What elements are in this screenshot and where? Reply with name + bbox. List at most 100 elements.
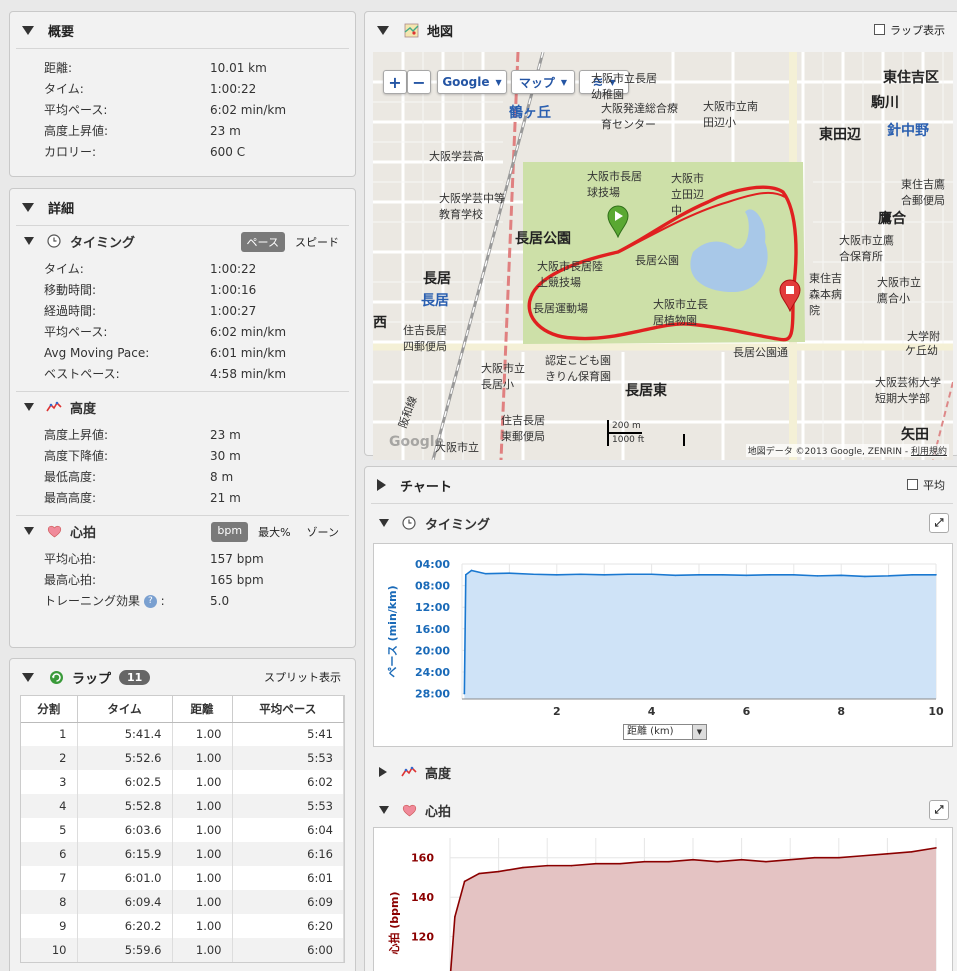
expand-triangle-icon[interactable] bbox=[377, 479, 386, 491]
y-tick-label: 04:00 bbox=[415, 558, 450, 571]
table-row[interactable]: 5 6:03.6 1.00 6:04 bbox=[21, 818, 344, 842]
y-tick-label: 160 bbox=[411, 852, 434, 865]
collapse-triangle-icon[interactable] bbox=[22, 672, 34, 682]
table-cell: 6:01.0 bbox=[77, 866, 173, 890]
elevation-value: 8 m bbox=[210, 470, 234, 484]
laps-col-pace[interactable]: 平均ペース bbox=[232, 696, 344, 723]
collapse-triangle-icon[interactable] bbox=[24, 237, 34, 245]
heart-chart-header[interactable]: 心拍 ⤢ bbox=[365, 793, 957, 827]
timing-value: 4:58 min/km bbox=[210, 367, 287, 381]
training-effect-label-wrap: トレーニング効果 ? : bbox=[44, 594, 165, 608]
timing-chart-header[interactable]: タイミング ⤢ bbox=[365, 504, 957, 542]
laps-col-time[interactable]: タイム bbox=[77, 696, 173, 723]
table-row[interactable]: 4 5:52.8 1.00 5:53 bbox=[21, 794, 344, 818]
data-point bbox=[484, 572, 487, 575]
collapse-triangle-icon[interactable] bbox=[379, 806, 389, 814]
start-marker-icon[interactable] bbox=[606, 204, 630, 239]
table-cell: 5 bbox=[21, 818, 78, 842]
map-label: 大阪市立鷹合保育所 bbox=[839, 234, 894, 263]
map-type-select[interactable]: マップ ▼ bbox=[511, 70, 575, 94]
split-view-link[interactable]: スプリット表示 bbox=[264, 669, 341, 685]
collapse-triangle-icon[interactable] bbox=[379, 519, 389, 527]
table-cell: 6:09 bbox=[232, 890, 344, 914]
zone-toggle[interactable]: ゾーン bbox=[301, 522, 345, 542]
lap-display-option[interactable]: ラップ表示 bbox=[874, 22, 945, 38]
map-label: 大阪市立田辺中 bbox=[671, 172, 704, 217]
collapse-triangle-icon[interactable] bbox=[24, 527, 34, 535]
pace-toggle[interactable]: ペース bbox=[240, 232, 285, 252]
table-cell: 1.00 bbox=[172, 914, 233, 938]
average-checkbox[interactable] bbox=[907, 479, 918, 490]
elevation-value: 23 m bbox=[210, 428, 241, 442]
route-map[interactable]: + − Google ▼ マップ ▼ ≋ ▼ 鶴ヶ丘 大阪市立長居幼稚園 大阪発達総合… bbox=[373, 52, 953, 460]
heart-section-header[interactable]: 心拍 bpm 最大% ゾーン bbox=[10, 516, 355, 546]
table-cell: 1.00 bbox=[172, 794, 233, 818]
table-cell: 6:03.6 bbox=[77, 818, 173, 842]
data-point bbox=[813, 856, 816, 859]
laps-col-split[interactable]: 分割 bbox=[21, 696, 78, 723]
map-label: 東住吉森本病院 bbox=[809, 272, 842, 317]
laps-col-distance[interactable]: 距離 bbox=[172, 696, 233, 723]
collapse-triangle-icon[interactable] bbox=[377, 25, 389, 35]
expand-triangle-icon[interactable] bbox=[379, 767, 387, 777]
help-icon[interactable]: ? bbox=[143, 595, 157, 608]
timing-chart-title: タイミング bbox=[425, 517, 491, 533]
map-label: 長居東 bbox=[625, 383, 667, 399]
data-point bbox=[570, 864, 573, 867]
collapse-triangle-icon[interactable] bbox=[24, 403, 34, 411]
table-row[interactable]: 10 5:59.6 1.00 6:00 bbox=[21, 938, 344, 962]
average-label: 平均 bbox=[923, 479, 945, 492]
table-cell: 6:01 bbox=[232, 866, 344, 890]
map-label: 大阪学芸高 bbox=[429, 150, 484, 163]
map-label: 長居 bbox=[421, 293, 449, 309]
data-point bbox=[650, 573, 653, 576]
x-axis-select[interactable]: 距離 (km) ▼ bbox=[623, 724, 707, 740]
data-point bbox=[840, 574, 842, 577]
timing-value: 1:00:22 bbox=[210, 262, 257, 276]
elevation-section-header[interactable]: 高度 bbox=[10, 392, 355, 422]
expand-icon[interactable]: ⤢ bbox=[929, 800, 949, 820]
x-tick-label: 10 bbox=[928, 705, 944, 718]
table-row[interactable]: 9 6:20.2 1.00 6:20 bbox=[21, 914, 344, 938]
average-option[interactable]: 平均 bbox=[907, 477, 945, 493]
map-label: 大阪学芸中等教育学校 bbox=[439, 192, 505, 221]
map-provider-select[interactable]: Google ▼ bbox=[437, 70, 507, 94]
table-row[interactable]: 2 5:52.6 1.00 5:53 bbox=[21, 746, 344, 770]
laps-header[interactable]: ラップ 11 スプリット表示 bbox=[10, 659, 355, 695]
table-row[interactable]: 6 6:15.9 1.00 6:16 bbox=[21, 842, 344, 866]
expand-icon[interactable]: ⤢ bbox=[929, 513, 949, 533]
table-row[interactable]: 1 5:41.4 1.00 5:41 bbox=[21, 722, 344, 746]
heart-title: 心拍 bbox=[70, 525, 97, 541]
table-cell: 1.00 bbox=[172, 938, 233, 962]
table-row[interactable]: 3 6:02.5 1.00 6:02 bbox=[21, 770, 344, 794]
map-label: 鶴ヶ丘 bbox=[509, 105, 551, 121]
collapse-triangle-icon[interactable] bbox=[22, 25, 34, 35]
laps-panel: ラップ 11 スプリット表示 分割 タイム 距離 平均ペース 1 5:41.4 1.… bbox=[9, 658, 356, 971]
table-row[interactable]: 7 6:01.0 1.00 6:01 bbox=[21, 866, 344, 890]
lap-display-checkbox[interactable] bbox=[874, 24, 885, 35]
data-point bbox=[627, 573, 629, 576]
overview-header[interactable]: 概要 bbox=[10, 12, 355, 48]
terms-link[interactable]: 利用規約 bbox=[911, 447, 947, 457]
zoom-in-button[interactable]: + bbox=[383, 70, 407, 94]
data-point bbox=[478, 872, 480, 875]
details-header[interactable]: 詳細 bbox=[10, 189, 355, 225]
heart-value: 165 bpm bbox=[210, 573, 264, 587]
table-row[interactable]: 8 6:09.4 1.00 6:09 bbox=[21, 890, 344, 914]
map-header[interactable]: 地図 ラップ表示 bbox=[365, 12, 957, 48]
collapse-triangle-icon[interactable] bbox=[22, 202, 34, 212]
map-label: 東田辺 bbox=[819, 127, 861, 143]
zoom-out-button[interactable]: − bbox=[407, 70, 431, 94]
timing-section-header[interactable]: タイミング ペース スピード bbox=[10, 226, 355, 256]
speed-toggle[interactable]: スピード bbox=[289, 232, 345, 252]
overview-title: 概要 bbox=[48, 24, 75, 40]
laps-table: 分割 タイム 距離 平均ペース 1 5:41.4 1.00 5:41 2 5:52.6 1.… bbox=[21, 696, 344, 962]
table-cell: 5:53 bbox=[232, 746, 344, 770]
timing-value: 1:00:27 bbox=[210, 304, 257, 318]
finish-marker-icon[interactable] bbox=[778, 278, 802, 313]
bpm-toggle[interactable]: bpm bbox=[211, 522, 249, 542]
chart-header[interactable]: チャート 平均 bbox=[365, 467, 957, 503]
elevation-chart-header[interactable]: 高度 bbox=[365, 757, 451, 787]
series-area bbox=[464, 570, 936, 699]
max-percent-toggle[interactable]: 最大% bbox=[252, 522, 296, 542]
